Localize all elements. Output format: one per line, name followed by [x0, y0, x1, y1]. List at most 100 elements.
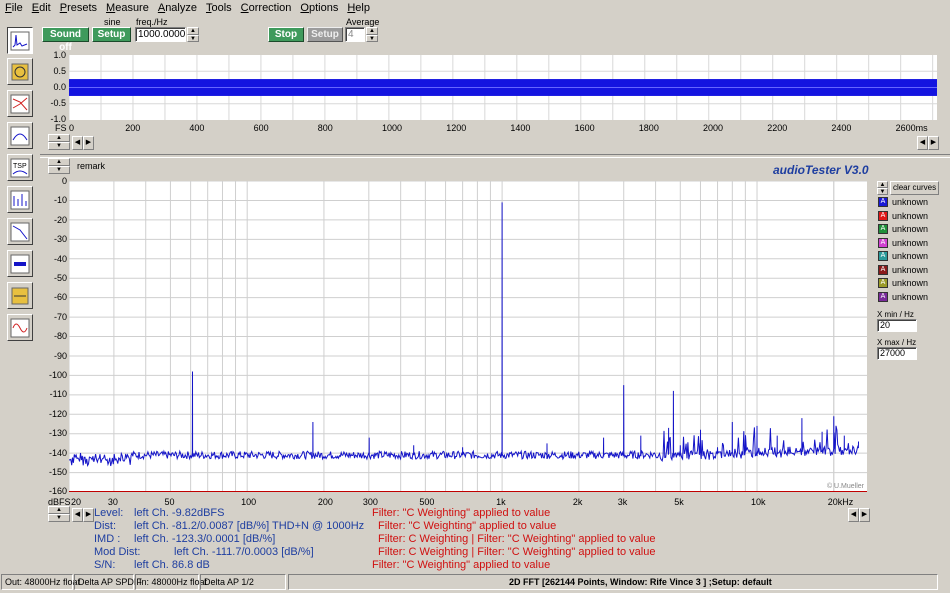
- time-scroll-left2-button[interactable]: ◀: [917, 136, 928, 150]
- time-xtick: 600: [253, 123, 269, 133]
- tool-speaker-button[interactable]: [7, 58, 33, 85]
- fft-xtick: 10k: [751, 497, 766, 507]
- fft-trace-series-a: [68, 202, 859, 467]
- sound-off-button[interactable]: Sound off: [42, 27, 89, 53]
- fft-ytick: -10: [53, 195, 67, 206]
- stop-button[interactable]: Stop: [268, 27, 304, 42]
- speaker-icon: [11, 63, 29, 80]
- tool-meter-button[interactable]: [7, 250, 33, 277]
- menu-measure[interactable]: Measure: [101, 0, 153, 16]
- waterfall-icon: [10, 190, 30, 209]
- status-in: In: 48000Hz float: [135, 574, 207, 590]
- xmin-label: X min / Hz: [877, 310, 914, 319]
- clear-stepper[interactable]: ▲ ▼: [877, 181, 888, 195]
- tool-fft-button[interactable]: [7, 27, 33, 54]
- time-ytick: 0.0: [53, 82, 66, 92]
- legend-swatch: A: [878, 197, 888, 207]
- tool-response-button[interactable]: [7, 90, 33, 117]
- level-value: left Ch. -9.82dBFS: [134, 507, 225, 519]
- menu-help[interactable]: Help: [342, 0, 374, 16]
- impedance-icon: [10, 126, 30, 145]
- xmin-input[interactable]: 20: [877, 319, 917, 332]
- freq-stepper[interactable]: ▲ ▼: [187, 27, 199, 42]
- time-zoom-stepper[interactable]: ▲ ▼: [48, 134, 70, 150]
- fft-zoom-stepper[interactable]: ▲ ▼: [48, 506, 70, 522]
- time-xtick: 2600ms: [895, 123, 928, 133]
- legend-entry[interactable]: Aunknown: [878, 197, 928, 207]
- tool-impedance-button[interactable]: [7, 122, 33, 149]
- tool-tsp-button[interactable]: TSP: [7, 154, 33, 181]
- fft-ytick: -160: [48, 486, 67, 497]
- legend-entry[interactable]: Aunknown: [878, 224, 928, 234]
- time-xtick: 400: [189, 123, 205, 133]
- fft-plot[interactable]: © U.Mueller: [68, 180, 867, 493]
- time-scroll-right2-button[interactable]: ▶: [928, 136, 939, 150]
- fft-icon: [10, 31, 30, 50]
- panel-divider: [40, 154, 950, 158]
- moddist-label: Mod Dist:: [94, 546, 141, 558]
- status-in-device: Delta AP 1/2: [200, 574, 286, 590]
- remark-stepper[interactable]: ▲ ▼: [48, 158, 70, 174]
- clear-curves-button[interactable]: clear curves: [890, 181, 939, 195]
- fft-plot-svg: [68, 180, 867, 493]
- fft-ytick: -130: [48, 428, 67, 439]
- time-ytick: 1.0: [53, 50, 66, 60]
- tool-scope-button[interactable]: [7, 314, 33, 341]
- scope-icon: [10, 318, 30, 337]
- time-scroll-right-button[interactable]: ▶: [83, 136, 94, 150]
- menu-file[interactable]: File: [0, 0, 27, 16]
- legend-entry[interactable]: Aunknown: [878, 237, 928, 248]
- legend-label: unknown: [892, 251, 929, 261]
- time-xtick: 1200: [446, 123, 467, 133]
- xmax-input[interactable]: 27000: [877, 347, 917, 360]
- time-plot-svg: [68, 55, 937, 120]
- legend-label: unknown: [892, 278, 929, 288]
- legend-entry[interactable]: Aunknown: [878, 278, 928, 288]
- fft-scroll-left2-button[interactable]: ◀: [848, 508, 859, 522]
- legend-entry[interactable]: Aunknown: [878, 251, 928, 261]
- time-plot-xticks: FS 0 200 400 600 800 1000 1200 1400 1600 1800 2000…: [50, 123, 950, 135]
- copyright-label: © U.Mueller: [826, 483, 864, 490]
- tool-generator-button[interactable]: [7, 282, 33, 309]
- filter-note-5: Filter: "C Weighting" applied to value: [372, 559, 551, 571]
- menu-correction[interactable]: Correction: [236, 0, 296, 16]
- fft-scroll-left-button[interactable]: ◀: [72, 508, 83, 522]
- fft-ytick: -150: [48, 467, 67, 477]
- legend-label: unknown: [892, 210, 929, 221]
- average-stepper[interactable]: ▲ ▼: [366, 27, 378, 42]
- freq-input[interactable]: 1000.0000: [135, 27, 186, 42]
- legend-label: unknown: [892, 264, 929, 275]
- legend-label: unknown: [892, 291, 929, 302]
- tool-waterfall-button[interactable]: [7, 186, 33, 213]
- legend-entry[interactable]: Aunknown: [878, 264, 929, 275]
- menu-analyze[interactable]: Analyze: [153, 0, 201, 16]
- time-scroll-left-button[interactable]: ◀: [72, 136, 83, 150]
- average-input[interactable]: 4: [345, 27, 365, 42]
- fft-ytick: -20: [53, 214, 67, 225]
- menu-tools[interactable]: Tools: [201, 0, 236, 16]
- fft-xtick: 3k: [617, 497, 628, 507]
- menu-edit[interactable]: Edit: [27, 0, 55, 16]
- tool-slope-button[interactable]: [7, 218, 33, 245]
- fft-xtick: 200: [317, 497, 333, 507]
- legend-swatch: A: [878, 278, 888, 288]
- menu-options[interactable]: Options: [295, 0, 342, 16]
- fft-xtick: 5k: [674, 497, 684, 507]
- time-xtick: 800: [317, 123, 333, 133]
- time-plot[interactable]: [68, 55, 937, 120]
- fft-scroll-right2-button[interactable]: ▶: [859, 508, 870, 522]
- freq-label: freq./Hz: [136, 17, 168, 27]
- imd-value: left Ch. -123.3/0.0001 [dB/%]: [134, 533, 276, 545]
- wave-label: sine: [104, 17, 121, 27]
- filter-note-1: Filter: "C Weighting" applied to value: [372, 507, 551, 519]
- analyzer-setup-button[interactable]: Setup: [307, 27, 343, 42]
- fft-scroll-right-button[interactable]: ▶: [83, 508, 94, 522]
- fft-ytick: -110: [49, 389, 67, 400]
- menu-presets[interactable]: Presets: [55, 0, 101, 16]
- legend-entry[interactable]: Aunknown: [878, 291, 929, 302]
- legend-entry[interactable]: Aunknown: [878, 210, 929, 221]
- generator-setup-button[interactable]: Setup: [92, 27, 131, 42]
- generator-icon: [11, 287, 29, 304]
- menu-bar: File Edit Presets Measure Analyze Tools Correc…: [0, 0, 950, 16]
- fft-plot-yticks: 0 -10 -20 -30 -40 -50 -60 -70 -80 -90 -100 -110 -120…: [40, 176, 68, 496]
